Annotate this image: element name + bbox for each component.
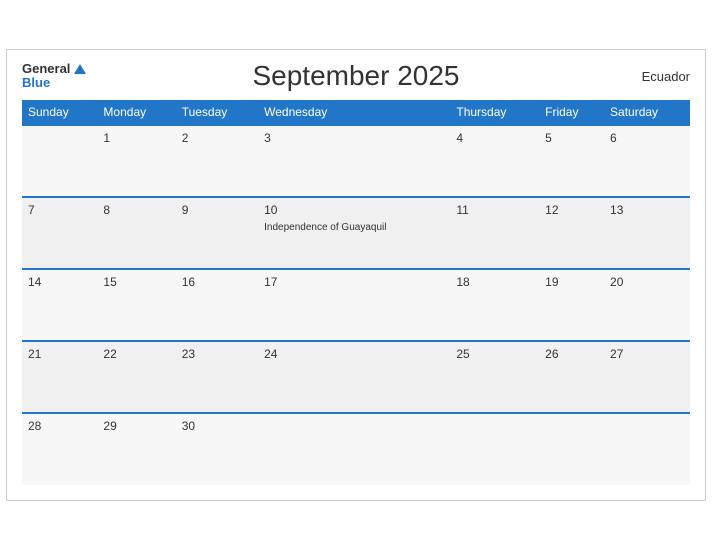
calendar-cell [22, 125, 97, 197]
calendar-cell: 3 [258, 125, 450, 197]
col-tuesday: Tuesday [176, 100, 258, 125]
calendar-week-row: 123456 [22, 125, 690, 197]
event-label: Independence of Guayaquil [264, 222, 386, 233]
calendar-cell: 14 [22, 269, 97, 341]
country-label: Ecuador [642, 69, 690, 84]
calendar-cell: 28 [22, 413, 97, 485]
calendar-cell: 1 [97, 125, 175, 197]
day-number: 18 [456, 275, 533, 289]
calendar-week-row: 789 10 Independence of Guayaquil 11 12 13 [22, 197, 690, 269]
calendar-cell: 15 [97, 269, 175, 341]
calendar-cell: 11 [450, 197, 539, 269]
day-number: 11 [456, 203, 533, 217]
calendar-cell: 10 Independence of Guayaquil [258, 197, 450, 269]
calendar-header-row: Sunday Monday Tuesday Wednesday Thursday… [22, 100, 690, 125]
day-number: 9 [182, 203, 252, 217]
calendar-cell: 25 [450, 341, 539, 413]
day-number: 20 [610, 275, 684, 289]
col-saturday: Saturday [604, 100, 690, 125]
col-friday: Friday [539, 100, 604, 125]
calendar-cell: 6 [604, 125, 690, 197]
logo: General Blue [22, 62, 86, 91]
calendar-cell: 22 [97, 341, 175, 413]
day-number: 7 [28, 203, 91, 217]
calendar-cell: 16 [176, 269, 258, 341]
col-sunday: Sunday [22, 100, 97, 125]
calendar-cell: 29 [97, 413, 175, 485]
calendar-cell: 18 [450, 269, 539, 341]
calendar-cell: 19 [539, 269, 604, 341]
day-number: 4 [456, 131, 533, 145]
calendar-cell: 8 [97, 197, 175, 269]
calendar-cell [604, 413, 690, 485]
day-number: 6 [610, 131, 684, 145]
day-number: 1 [103, 131, 169, 145]
calendar-cell: 12 [539, 197, 604, 269]
calendar-cell: 5 [539, 125, 604, 197]
calendar-table: Sunday Monday Tuesday Wednesday Thursday… [22, 100, 690, 485]
calendar-cell: 17 [258, 269, 450, 341]
col-thursday: Thursday [450, 100, 539, 125]
day-number: 12 [545, 203, 598, 217]
calendar-cell: 4 [450, 125, 539, 197]
calendar-cell: 13 [604, 197, 690, 269]
day-number: 2 [182, 131, 252, 145]
day-number: 16 [182, 275, 252, 289]
calendar-cell [539, 413, 604, 485]
day-number: 14 [28, 275, 91, 289]
calendar-cell: 7 [22, 197, 97, 269]
day-number: 30 [182, 419, 252, 433]
calendar-cell: 23 [176, 341, 258, 413]
calendar-cell: 26 [539, 341, 604, 413]
logo-blue-text: Blue [22, 76, 50, 90]
calendar-cell: 21 [22, 341, 97, 413]
day-number: 17 [264, 275, 444, 289]
calendar-week-row: 14 15 16 17 18 19 20 [22, 269, 690, 341]
day-number: 8 [103, 203, 169, 217]
day-number: 21 [28, 347, 91, 361]
calendar-cell: 24 [258, 341, 450, 413]
calendar-week-row: 21 22 23 24 25 26 27 [22, 341, 690, 413]
calendar-cell: 20 [604, 269, 690, 341]
calendar-title: September 2025 [252, 60, 459, 92]
calendar-cell: 9 [176, 197, 258, 269]
day-number: 13 [610, 203, 684, 217]
col-monday: Monday [97, 100, 175, 125]
day-number: 29 [103, 419, 169, 433]
logo-general-text: General [22, 62, 70, 76]
day-number: 25 [456, 347, 533, 361]
col-wednesday: Wednesday [258, 100, 450, 125]
calendar-container: General Blue September 2025 Ecuador Sund… [6, 49, 706, 501]
day-number: 19 [545, 275, 598, 289]
calendar-cell: 27 [604, 341, 690, 413]
calendar-cell: 30 [176, 413, 258, 485]
calendar-body: 12345678910Independence of Guayaquil1112… [22, 125, 690, 485]
day-number: 26 [545, 347, 598, 361]
day-number: 15 [103, 275, 169, 289]
day-number: 5 [545, 131, 598, 145]
logo-triangle-icon [74, 64, 86, 74]
calendar-cell: 2 [176, 125, 258, 197]
day-number: 24 [264, 347, 444, 361]
day-number: 10 [264, 203, 444, 217]
day-number: 22 [103, 347, 169, 361]
calendar-cell [450, 413, 539, 485]
day-number: 28 [28, 419, 91, 433]
day-number: 27 [610, 347, 684, 361]
calendar-cell [258, 413, 450, 485]
calendar-header: General Blue September 2025 Ecuador [22, 60, 690, 92]
day-number: 23 [182, 347, 252, 361]
calendar-week-row: 28 29 30 [22, 413, 690, 485]
day-number: 3 [264, 131, 444, 145]
